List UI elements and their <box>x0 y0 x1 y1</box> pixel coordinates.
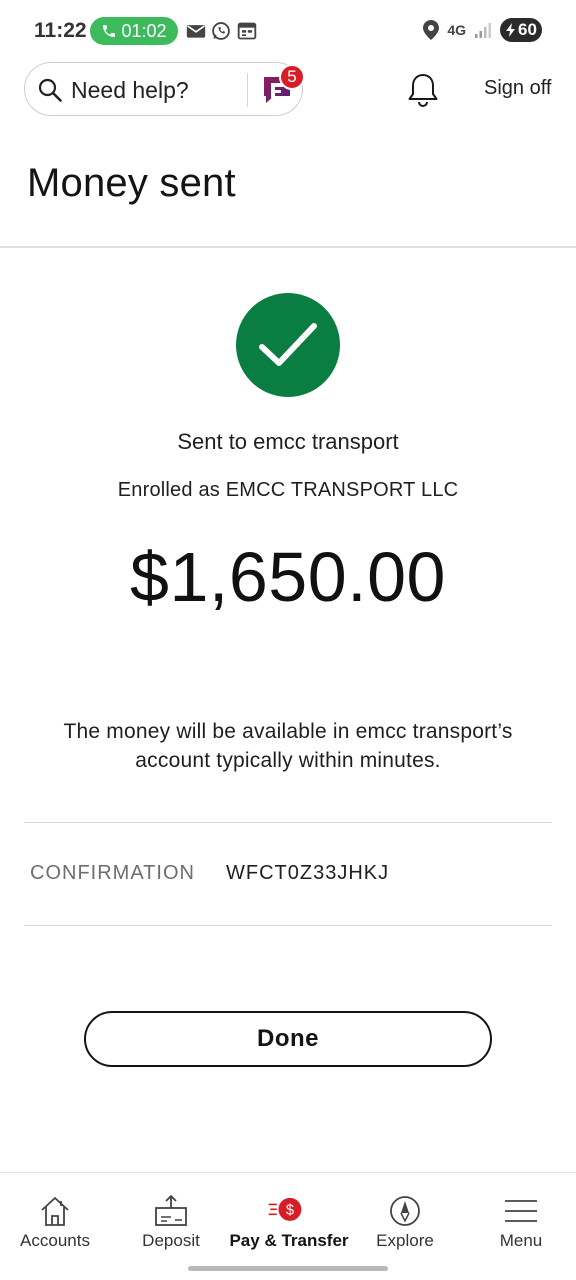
status-bar: 11:22 01:02 4G 60 <box>0 0 576 62</box>
confirmation-code: WFCT0Z33JHKJ <box>226 862 390 884</box>
bottom-nav: Accounts Deposit $ Pay & Transfer Explor… <box>0 1173 576 1258</box>
confirmation-divider-top <box>24 822 552 823</box>
nav-label-explore: Explore <box>376 1231 434 1250</box>
compass-icon <box>390 1196 420 1226</box>
search-placeholder: Need help? <box>71 77 189 103</box>
mail-icon <box>186 25 206 38</box>
status-right-group: 4G 60 <box>423 18 542 42</box>
signal-icon <box>475 23 491 38</box>
location-icon <box>423 20 440 40</box>
nav-label-menu: Menu <box>499 1231 543 1250</box>
pay-transfer-icon: $ <box>268 1197 302 1221</box>
whatsapp-icon <box>212 22 230 40</box>
svg-text:$: $ <box>286 1202 294 1218</box>
checkmark-icon <box>259 323 317 366</box>
deposit-icon <box>155 1195 187 1226</box>
done-button[interactable]: Done <box>84 1011 492 1067</box>
nav-item-accounts[interactable]: Accounts <box>0 1173 110 1258</box>
hamburger-menu-icon <box>505 1200 537 1222</box>
nav-label-pay-transfer: Pay & Transfer <box>229 1231 349 1250</box>
battery-level: 60 <box>518 20 537 39</box>
calendar-icon <box>237 22 257 40</box>
sign-off-link[interactable]: Sign off <box>484 77 551 100</box>
nav-label-accounts: Accounts <box>20 1231 90 1250</box>
recipient-line: Sent to emcc transport <box>177 429 399 454</box>
home-gesture-bar[interactable] <box>188 1266 388 1271</box>
chat-notification-badge: 5 <box>279 64 305 90</box>
home-icon <box>41 1197 69 1226</box>
call-timer-pill[interactable]: 01:02 <box>90 17 178 45</box>
search-icon <box>38 78 62 102</box>
nav-item-menu[interactable]: Menu <box>466 1173 576 1258</box>
title-divider <box>0 246 576 248</box>
help-search-bar[interactable]: Need help? 5 <box>24 62 305 116</box>
nav-label-deposit: Deposit <box>142 1231 200 1250</box>
page-title: Money sent <box>27 161 236 205</box>
amount-sent: $1,650.00 <box>130 538 446 616</box>
notifications-bell-icon[interactable] <box>406 72 440 108</box>
nav-item-deposit[interactable]: Deposit <box>116 1173 226 1258</box>
battery-icon: 60 <box>500 18 542 42</box>
charging-bolt-icon <box>506 23 516 37</box>
confirmation-divider-bottom <box>24 925 552 926</box>
nav-item-explore[interactable]: Explore <box>350 1173 460 1258</box>
call-timer-text: 01:02 <box>121 20 167 41</box>
success-badge <box>236 293 340 397</box>
network-type: 4G <box>447 22 466 38</box>
phone-icon <box>103 25 116 37</box>
status-time: 11:22 <box>34 19 87 42</box>
availability-note: The money will be available in emcc tran… <box>63 720 513 772</box>
search-divider <box>247 73 248 107</box>
enrolled-name-line: Enrolled as EMCC TRANSPORT LLC <box>117 479 459 501</box>
nav-item-pay-transfer[interactable]: $ Pay & Transfer <box>226 1173 352 1258</box>
confirmation-label: CONFIRMATION <box>30 862 195 884</box>
